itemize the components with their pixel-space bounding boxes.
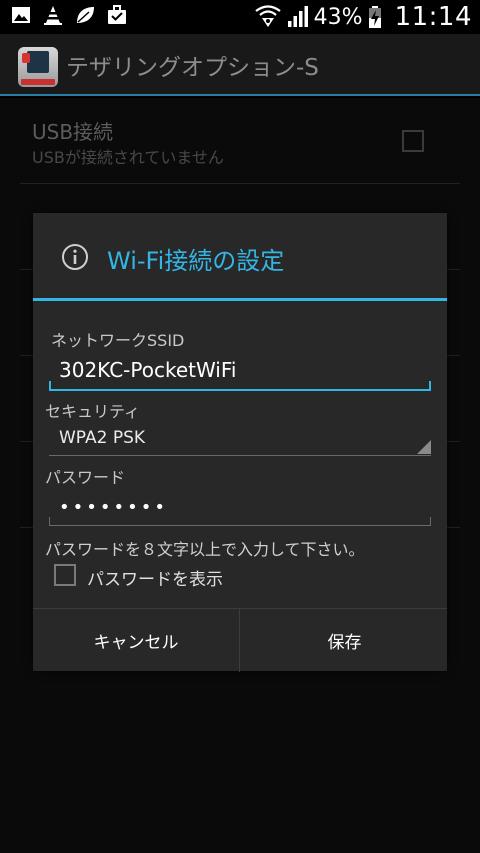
- signal-icon: [287, 5, 309, 29]
- list-item-usb[interactable]: USB接続 USBが接続されていません: [20, 98, 460, 184]
- image-icon: [10, 4, 32, 26]
- dialog-button-bar: キャンセル 保存: [33, 608, 448, 672]
- pocket-wifi-app-icon[interactable]: [18, 47, 58, 87]
- show-password-checkbox[interactable]: [54, 564, 76, 586]
- ssid-label: ネットワークSSID: [51, 331, 185, 350]
- password-hint: パスワードを８文字以上で入力して下さい。: [45, 540, 365, 559]
- password-input[interactable]: [49, 490, 431, 526]
- action-bar: テザリングオプション-S: [0, 34, 480, 96]
- dropdown-triangle-icon: [417, 440, 431, 454]
- action-bar-title: テザリングオプション-S: [66, 55, 319, 81]
- security-value: WPA2 PSK: [59, 428, 146, 448]
- vlc-cone-icon: [42, 4, 64, 26]
- briefcase-icon: [106, 4, 128, 26]
- input-underline-cap: [49, 517, 50, 525]
- notification-icons: [10, 4, 128, 26]
- usb-subtitle: USBが接続されていません: [32, 148, 224, 167]
- input-underline-cap: [430, 517, 431, 525]
- ssid-input[interactable]: [49, 351, 431, 391]
- input-underline-cap: [49, 381, 51, 391]
- info-icon: [61, 243, 89, 271]
- password-label: パスワード: [45, 468, 126, 487]
- leaf-icon: [74, 4, 96, 26]
- dialog-title: Wi-Fi接続の設定: [107, 247, 285, 275]
- cancel-button[interactable]: キャンセル: [33, 609, 240, 672]
- input-underline-cap: [429, 381, 431, 391]
- battery-percent: 43%: [313, 4, 363, 30]
- save-button[interactable]: 保存: [241, 609, 448, 672]
- status-bar: 43% 11:14: [0, 0, 480, 34]
- system-icons: 43% 11:14: [254, 0, 472, 34]
- dialog-header: Wi-Fi接続の設定: [33, 213, 447, 301]
- clock: 11:14: [394, 2, 472, 32]
- usb-checkbox[interactable]: [402, 130, 424, 152]
- security-label: セキュリティ: [45, 402, 141, 421]
- battery-charging-icon: [368, 5, 382, 29]
- show-password-label[interactable]: パスワードを表示: [87, 565, 223, 590]
- wifi-settings-dialog: Wi-Fi接続の設定 ネットワークSSID セキュリティ WPA2 PSK パス…: [33, 213, 448, 672]
- security-select[interactable]: WPA2 PSK: [49, 420, 431, 456]
- wifi-tethering-icon: [254, 5, 282, 29]
- usb-title: USB接続: [32, 120, 114, 144]
